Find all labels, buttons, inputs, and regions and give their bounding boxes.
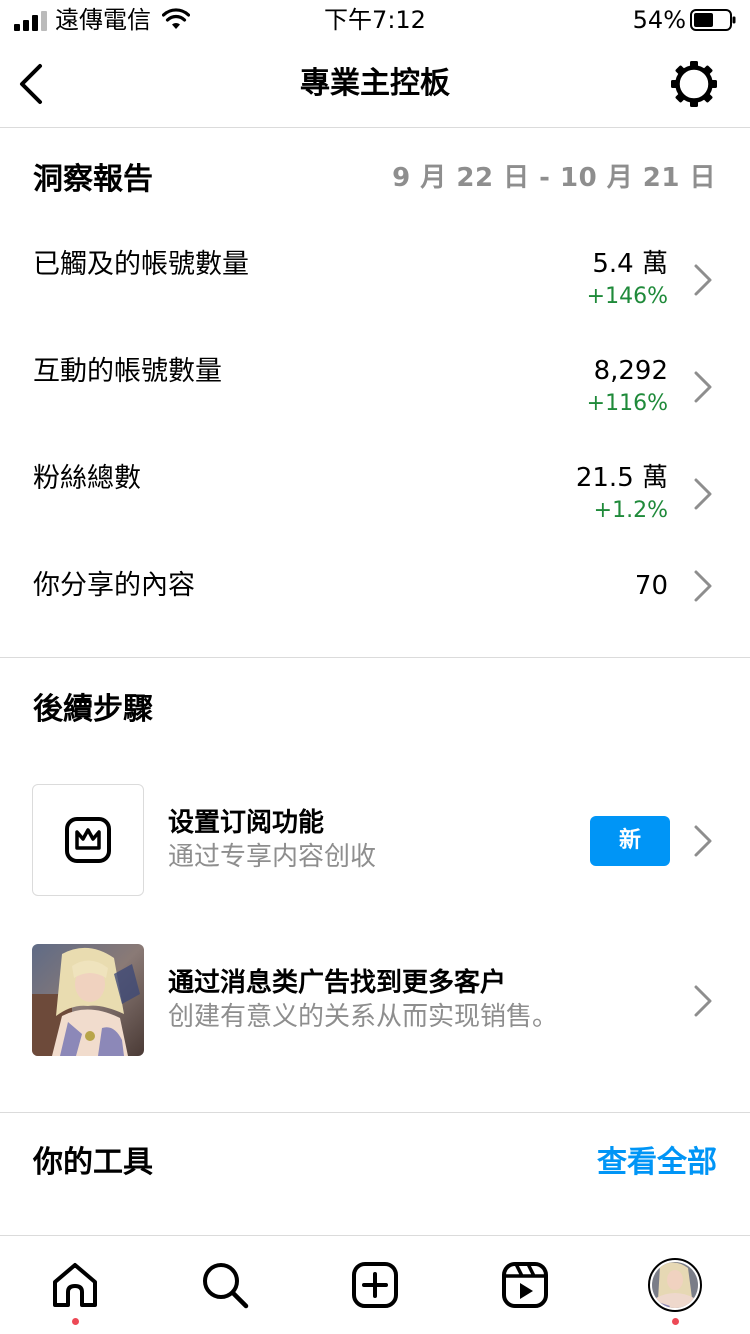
metric-change: +116%	[586, 391, 668, 416]
next-step-message-ads[interactable]: 通过消息类广告找到更多客户 创建有意义的关系从而实现销售。	[0, 944, 750, 1056]
metric-value: 8,292	[593, 356, 668, 386]
tools-title: 你的工具	[33, 1145, 153, 1180]
step-subtitle: 创建有意义的关系从而实现销售。	[168, 1002, 559, 1032]
create-icon[interactable]	[350, 1260, 400, 1310]
notification-dot	[71, 1318, 79, 1325]
photo-thumbnail-image	[32, 944, 144, 1056]
metric-label: 已觸及的帳號數量	[33, 249, 249, 280]
section-divider	[0, 1112, 750, 1113]
gear-icon[interactable]	[670, 60, 718, 108]
step-thumbnail	[32, 784, 144, 896]
section-divider	[0, 657, 750, 658]
new-badge: 新	[590, 816, 670, 866]
status-bar: 遠傳電信 下午7:12 54%	[0, 0, 750, 40]
search-icon[interactable]	[200, 1260, 250, 1310]
step-subtitle: 通过专享内容创收	[168, 842, 377, 872]
bottom-tab-bar	[0, 1235, 750, 1334]
photo-thumbnail	[32, 944, 144, 1056]
date-range[interactable]: 9 月 22 日 - 10 月 21 日	[392, 160, 716, 196]
insights-title: 洞察報告	[33, 162, 153, 197]
crown-icon	[64, 816, 111, 863]
next-step-subscriptions[interactable]: 设置订阅功能 通过专享内容创收 新	[0, 784, 750, 896]
metric-row-engaged-accounts[interactable]: 互動的帳號數量 8,292 +116%	[0, 337, 750, 437]
next-steps-title: 後續步驟	[33, 692, 153, 727]
profile-avatar[interactable]	[648, 1258, 702, 1312]
chevron-right-icon	[694, 985, 712, 1017]
chevron-right-icon	[694, 478, 712, 510]
chevron-right-icon	[694, 570, 712, 602]
reels-icon[interactable]	[500, 1260, 550, 1310]
metric-label: 你分享的內容	[33, 570, 195, 601]
metric-row-total-followers[interactable]: 粉絲總數 21.5 萬 +1.2%	[0, 444, 750, 544]
battery-icon	[690, 9, 736, 31]
metric-value: 21.5 萬	[575, 463, 668, 493]
metric-row-reached-accounts[interactable]: 已觸及的帳號數量 5.4 萬 +146%	[0, 230, 750, 330]
step-title: 设置订阅功能	[168, 808, 325, 838]
notification-dot	[671, 1318, 679, 1325]
step-title: 通过消息类广告找到更多客户	[168, 968, 507, 998]
page-title: 專業主控板	[300, 66, 450, 101]
metric-change: +1.2%	[593, 498, 668, 523]
chevron-right-icon	[694, 825, 712, 857]
metric-row-content-shared[interactable]: 你分享的內容 70	[0, 551, 750, 651]
home-icon[interactable]	[50, 1260, 100, 1310]
chevron-right-icon	[694, 264, 712, 296]
metric-label: 互動的帳號數量	[33, 356, 222, 387]
see-all-link[interactable]: 查看全部	[597, 1143, 717, 1183]
chevron-right-icon	[694, 371, 712, 403]
battery-percentage: 54%	[632, 6, 686, 34]
metric-value: 70	[634, 571, 668, 601]
metric-change: +146%	[586, 284, 668, 309]
metric-value: 5.4 萬	[592, 249, 668, 279]
nav-bar: 專業主控板	[0, 40, 750, 128]
metric-label: 粉絲總數	[33, 463, 141, 494]
